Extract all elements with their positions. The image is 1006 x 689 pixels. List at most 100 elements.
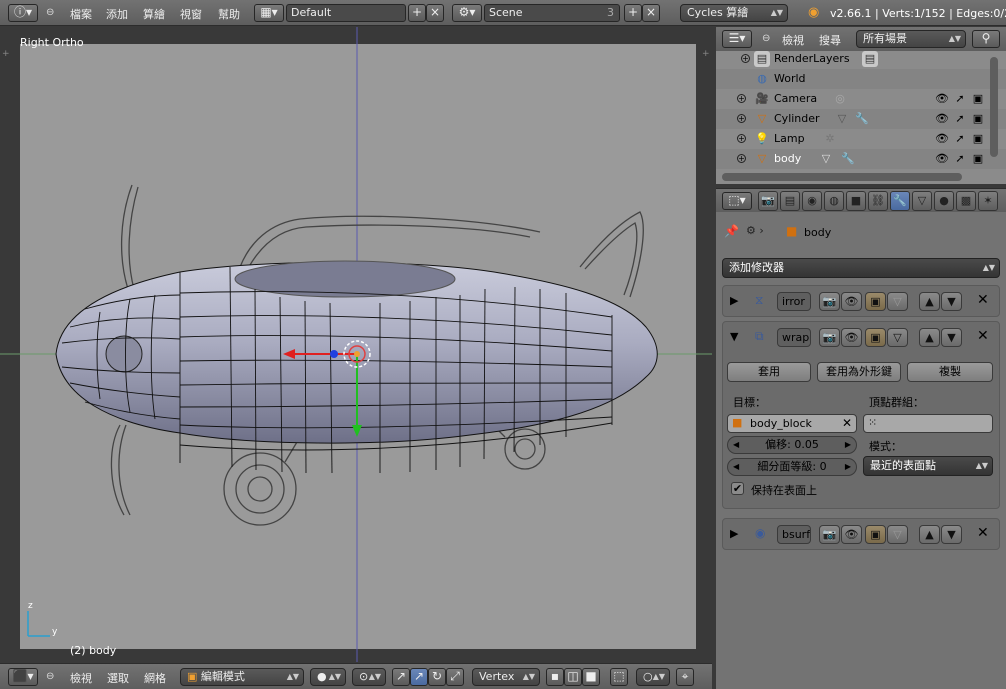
- renderability-camera-icon[interactable]: ▣: [970, 111, 986, 127]
- menu-mesh[interactable]: 網格: [144, 670, 166, 686]
- add-scene-icon[interactable]: +: [624, 4, 642, 22]
- screen-layout-icon[interactable]: ▦▾: [254, 4, 284, 22]
- render-toggle-icon[interactable]: 📷: [819, 328, 840, 347]
- vertex-group-field[interactable]: ⁙: [863, 414, 993, 433]
- remove-modifier-icon[interactable]: ✕: [977, 525, 989, 541]
- render-toggle-icon[interactable]: 📷: [819, 525, 840, 544]
- menu-help[interactable]: 幫助: [218, 6, 240, 22]
- cage-toggle-icon[interactable]: ▽: [887, 292, 908, 311]
- mode-dropdown[interactable]: ▣ 編輯模式 ▲▼: [180, 668, 304, 686]
- collapse-menu-icon[interactable]: ⊖: [46, 671, 54, 682]
- outliner-row[interactable]: + ▤ RenderLayers ▤: [716, 49, 1006, 69]
- cage-toggle-icon[interactable]: ▽: [887, 525, 908, 544]
- outliner-menu-search[interactable]: 搜尋: [819, 32, 841, 48]
- expand-icon[interactable]: +: [737, 114, 746, 123]
- material-tab-icon[interactable]: ●: [934, 191, 954, 211]
- outliner-row[interactable]: + ▽ Cylinder ▽ 🔧 👁 ➚ ▣: [716, 109, 1006, 129]
- renderability-camera-icon[interactable]: ▣: [970, 151, 986, 167]
- expand-arrow-icon[interactable]: ▶: [730, 527, 738, 540]
- visibility-eye-icon[interactable]: 👁: [934, 131, 950, 147]
- decrement-icon[interactable]: ◀: [733, 459, 739, 475]
- copy-button[interactable]: 複製: [907, 362, 993, 382]
- outliner-menu-view[interactable]: 檢視: [782, 32, 804, 48]
- viewport-toggle-icon[interactable]: 👁: [841, 525, 862, 544]
- subdivision-levels-field[interactable]: ◀ 細分面等級: 0 ▶: [727, 458, 857, 476]
- modifiers-tab-icon[interactable]: 🔧: [890, 191, 910, 211]
- face-select-icon[interactable]: ■: [582, 668, 600, 686]
- outliner-hscrollbar[interactable]: [722, 173, 962, 181]
- clear-target-icon[interactable]: ✕: [842, 416, 852, 430]
- editmode-toggle-icon[interactable]: ▣: [865, 292, 886, 311]
- menu-render[interactable]: 算繪: [143, 6, 165, 22]
- render-engine-dropdown[interactable]: Cycles 算繪 ▲▼: [680, 4, 788, 22]
- move-up-icon[interactable]: ▲: [919, 525, 940, 544]
- move-up-icon[interactable]: ▲: [919, 292, 940, 311]
- pivot-dropdown[interactable]: ⊙ ▲▼: [352, 668, 386, 686]
- keep-above-surface-checkbox[interactable]: ✔: [731, 482, 744, 495]
- outliner-editor-type-button[interactable]: ☰▾: [722, 30, 752, 48]
- add-screen-icon[interactable]: +: [408, 4, 426, 22]
- outliner-collapse-icon[interactable]: ⊖: [762, 33, 770, 44]
- remove-modifier-icon[interactable]: ✕: [977, 328, 989, 344]
- render-layers-tab-icon[interactable]: ▤: [780, 191, 800, 211]
- world-tab-icon[interactable]: ◍: [824, 191, 844, 211]
- cage-toggle-icon[interactable]: ▽: [887, 328, 908, 347]
- decrement-icon[interactable]: ◀: [733, 437, 739, 453]
- snap-icon[interactable]: ⌖: [676, 668, 694, 686]
- edge-select-icon[interactable]: ◫: [564, 668, 582, 686]
- selectability-cursor-icon[interactable]: ➚: [952, 151, 968, 167]
- increment-icon[interactable]: ▶: [845, 437, 851, 453]
- scene-icon[interactable]: ⚙▾: [452, 4, 482, 22]
- outliner-row[interactable]: ◍ World: [716, 69, 1006, 89]
- wrap-mode-dropdown[interactable]: 最近的表面點 ▲▼: [863, 456, 993, 476]
- expand-icon[interactable]: +: [741, 54, 750, 63]
- menu-file[interactable]: 檔案: [70, 6, 92, 22]
- editmode-toggle-icon[interactable]: ▣: [865, 525, 886, 544]
- occlude-geometry-icon[interactable]: ⬚: [610, 668, 628, 686]
- render-toggle-icon[interactable]: 📷: [819, 292, 840, 311]
- offset-field[interactable]: ◀ 偏移: 0.05 ▶: [727, 436, 857, 454]
- collapse-arrow-icon[interactable]: ▼: [730, 330, 738, 343]
- outliner-row[interactable]: + 🎥 Camera ◎ 👁 ➚ ▣: [716, 89, 1006, 109]
- modifier-name-field[interactable]: irror: [777, 292, 811, 311]
- proportional-edit-dropdown[interactable]: ○ ▲▼: [636, 668, 670, 686]
- renderability-camera-icon[interactable]: ▣: [970, 91, 986, 107]
- pin-icon[interactable]: 📌: [724, 224, 739, 238]
- screen-layout-field[interactable]: Default: [286, 4, 406, 22]
- expand-icon[interactable]: +: [737, 134, 746, 143]
- selectability-cursor-icon[interactable]: ➚: [952, 91, 968, 107]
- viewport-toggle-icon[interactable]: 👁: [841, 328, 862, 347]
- texture-tab-icon[interactable]: ▩: [956, 191, 976, 211]
- manipulator-toggle-icon[interactable]: ↗: [392, 668, 410, 686]
- modifier-name-field[interactable]: bsurf: [777, 525, 811, 544]
- expand-icon[interactable]: +: [737, 154, 746, 163]
- visibility-eye-icon[interactable]: 👁: [934, 91, 950, 107]
- rotate-manipulator-icon[interactable]: ↻: [428, 668, 446, 686]
- outliner-search-icon[interactable]: ⚲: [972, 30, 1000, 48]
- increment-icon[interactable]: ▶: [845, 459, 851, 475]
- data-tab-icon[interactable]: ▽: [912, 191, 932, 211]
- target-field[interactable]: ■ body_block ✕: [727, 414, 857, 433]
- move-down-icon[interactable]: ▼: [941, 328, 962, 347]
- outliner-row[interactable]: + 💡 Lamp ✲ 👁 ➚ ▣: [716, 129, 1006, 149]
- menu-view[interactable]: 檢視: [70, 670, 92, 686]
- apply-as-shape-button[interactable]: 套用為外形鍵: [817, 362, 901, 382]
- translate-manipulator-icon[interactable]: ↗: [410, 668, 428, 686]
- move-down-icon[interactable]: ▼: [941, 292, 962, 311]
- scene-tab-icon[interactable]: ◉: [802, 191, 822, 211]
- editmode-toggle-icon[interactable]: ▣: [865, 328, 886, 347]
- move-down-icon[interactable]: ▼: [941, 525, 962, 544]
- move-up-icon[interactable]: ▲: [919, 328, 940, 347]
- remove-modifier-icon[interactable]: ✕: [977, 292, 989, 308]
- info-editor-type-button[interactable]: ⓘ▾: [8, 4, 38, 22]
- render-tab-icon[interactable]: 📷: [758, 191, 778, 211]
- scale-manipulator-icon[interactable]: ⤢: [446, 668, 464, 686]
- menu-window[interactable]: 視窗: [180, 6, 202, 22]
- selectability-cursor-icon[interactable]: ➚: [952, 111, 968, 127]
- visibility-eye-icon[interactable]: 👁: [934, 111, 950, 127]
- expand-arrow-icon[interactable]: ▶: [730, 294, 738, 307]
- collapse-menu-icon[interactable]: ⊖: [46, 7, 54, 18]
- renderability-camera-icon[interactable]: ▣: [970, 131, 986, 147]
- object-tab-icon[interactable]: ■: [846, 191, 866, 211]
- modifier-name-field[interactable]: wrap: [777, 328, 811, 347]
